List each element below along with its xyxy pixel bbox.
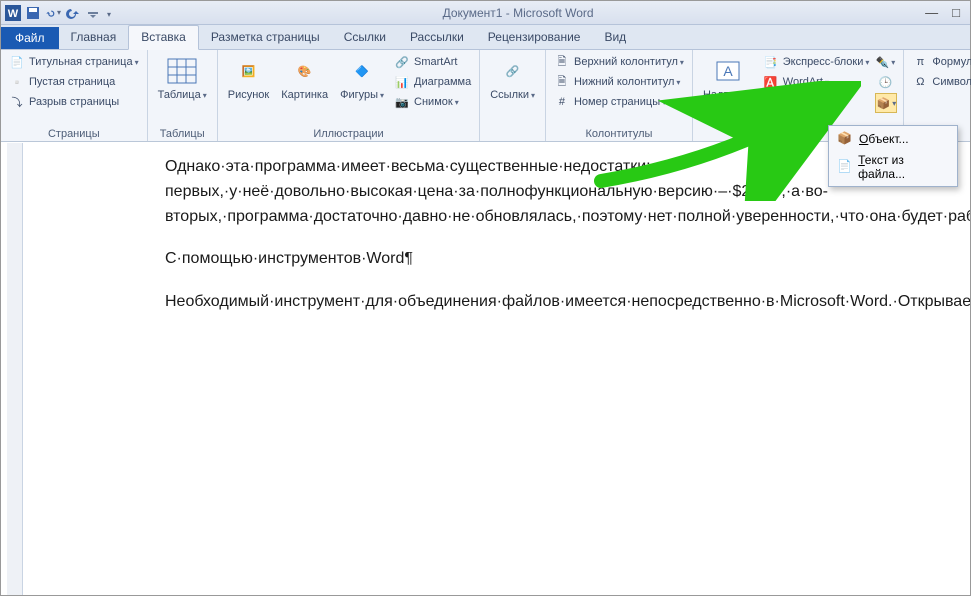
title-bar: W Документ1 - Microsoft Word — □ <box>1 1 970 25</box>
group-label-tables: Таблицы <box>154 126 211 140</box>
equation-icon: π <box>912 54 928 70</box>
links-icon: 🔗 <box>497 55 529 87</box>
page-break-icon: ⤵ <box>9 94 25 110</box>
object-menu-icon: 📦 <box>837 131 853 147</box>
chart-button[interactable]: 📊Диаграмма <box>392 73 473 91</box>
redo-icon[interactable] <box>65 5 81 21</box>
vertical-ruler <box>7 143 23 595</box>
save-icon[interactable] <box>25 5 41 21</box>
table-icon <box>166 55 198 87</box>
blank-page-icon: ▫️ <box>9 74 25 90</box>
signature-button[interactable]: ✒️ <box>875 53 897 71</box>
group-label-links <box>486 138 539 140</box>
clipart-button[interactable]: 🎨Картинка <box>277 53 332 103</box>
group-label-illustrations: Иллюстрации <box>224 126 473 140</box>
paragraph-2[interactable]: С·помощью·инструментов·Word¶ <box>165 247 905 272</box>
tab-mailings[interactable]: Рассылки <box>398 26 476 49</box>
group-label-headerfooter: Колонтитулы <box>552 126 686 140</box>
equation-button[interactable]: πФормула <box>910 53 971 71</box>
qat-custom-icon[interactable] <box>85 5 101 21</box>
tab-review[interactable]: Рецензирование <box>476 26 593 49</box>
picture-icon: 🖼️ <box>233 55 265 87</box>
footer-button[interactable]: 🗎Нижний колонтитул <box>552 73 686 91</box>
group-header-footer: 🗎Верхний колонтитул 🗎Нижний колонтитул #… <box>546 50 693 141</box>
shapes-button[interactable]: 🔷Фигуры <box>336 53 388 103</box>
document-area[interactable]: Однако·эта·программа·имеет·весьма·сущест… <box>25 143 970 595</box>
tab-page-layout[interactable]: Разметка страницы <box>199 26 332 49</box>
links-button[interactable]: 🔗Ссылки <box>486 53 539 103</box>
group-label-pages: Страницы <box>7 126 141 140</box>
quick-access-toolbar: W <box>1 5 111 21</box>
text-from-file-menu-item[interactable]: 📄 Текст из файла... <box>831 150 955 184</box>
header-button[interactable]: 🗎Верхний колонтитул <box>552 53 686 71</box>
ribbon: 📄Титульная страница ▫️Пустая страница ⤵Р… <box>1 50 970 142</box>
screenshot-button[interactable]: 📷Снимок <box>392 93 473 111</box>
blank-page-button[interactable]: ▫️Пустая страница <box>7 73 141 91</box>
tab-insert[interactable]: Вставка <box>128 25 199 50</box>
datetime-button[interactable]: 🕒 <box>875 73 897 91</box>
object-icon: 📦 <box>878 95 894 111</box>
textbox-button[interactable]: AНадпись <box>699 53 757 103</box>
tab-references[interactable]: Ссылки <box>332 26 398 49</box>
datetime-icon: 🕒 <box>877 74 893 90</box>
clipart-icon: 🎨 <box>289 55 321 87</box>
table-button[interactable]: Таблица <box>154 53 211 103</box>
document-body[interactable]: Однако·эта·программа·имеет·весьма·сущест… <box>165 155 905 315</box>
group-illustrations: 🖼️Рисунок 🎨Картинка 🔷Фигуры 🔗SmartArt 📊Д… <box>218 50 480 141</box>
svg-text:A: A <box>723 63 733 79</box>
header-icon: 🗎 <box>554 54 570 70</box>
chart-icon: 📊 <box>394 74 410 90</box>
signature-icon: ✒️ <box>877 54 893 70</box>
screenshot-icon: 📷 <box>394 94 410 110</box>
cover-page-icon: 📄 <box>9 54 25 70</box>
textbox-icon: A <box>712 55 744 87</box>
page-break-button[interactable]: ⤵Разрыв страницы <box>7 93 141 111</box>
window-title: Документ1 - Microsoft Word <box>111 6 925 20</box>
paragraph-1[interactable]: Однако·эта·программа·имеет·весьма·сущест… <box>165 155 905 229</box>
text-from-file-label: Текст из файла... <box>858 153 949 181</box>
tab-home[interactable]: Главная <box>59 26 129 49</box>
group-tables: Таблица Таблицы <box>148 50 218 141</box>
object-split-button[interactable]: 📦 <box>875 93 897 113</box>
group-links: 🔗Ссылки <box>480 50 546 141</box>
symbol-icon: Ω <box>912 74 928 90</box>
wordart-button[interactable]: 🅰️WordArt <box>761 73 872 91</box>
paragraph-3[interactable]: Необходимый·инструмент·для·объединения·ф… <box>165 290 905 315</box>
smartart-icon: 🔗 <box>394 54 410 70</box>
maximize-button[interactable]: □ <box>952 5 960 20</box>
group-pages: 📄Титульная страница ▫️Пустая страница ⤵Р… <box>1 50 148 141</box>
undo-icon[interactable] <box>45 5 61 21</box>
app-icon: W <box>5 5 21 21</box>
page-number-button[interactable]: #Номер страницы <box>552 93 686 111</box>
symbol-button[interactable]: ΩСимвол <box>910 73 971 91</box>
wordart-icon: 🅰️ <box>763 74 779 90</box>
svg-text:W: W <box>8 8 19 20</box>
footer-icon: 🗎 <box>554 74 570 90</box>
page-number-icon: # <box>554 94 570 110</box>
shapes-icon: 🔷 <box>346 55 378 87</box>
object-menu-item[interactable]: 📦 Объект... <box>831 128 955 150</box>
tab-view[interactable]: Вид <box>592 26 638 49</box>
text-from-file-icon: 📄 <box>837 159 852 175</box>
minimize-button[interactable]: — <box>925 5 938 20</box>
dropcap-icon: A̲ <box>763 94 779 110</box>
ribbon-tabs: Файл Главная Вставка Разметка страницы С… <box>1 25 970 50</box>
object-dropdown: 📦 Объект... 📄 Текст из файла... <box>828 125 958 187</box>
picture-button[interactable]: 🖼️Рисунок <box>224 53 274 103</box>
quick-parts-icon: 📑 <box>763 54 779 70</box>
quick-parts-button[interactable]: 📑Экспресс-блоки <box>761 53 872 71</box>
tab-file[interactable]: Файл <box>1 27 59 49</box>
smartart-button[interactable]: 🔗SmartArt <box>392 53 473 71</box>
object-menu-label: Объект... <box>859 132 909 146</box>
dropcap-button[interactable]: A̲Буквица <box>761 93 872 111</box>
cover-page-button[interactable]: 📄Титульная страница <box>7 53 141 71</box>
